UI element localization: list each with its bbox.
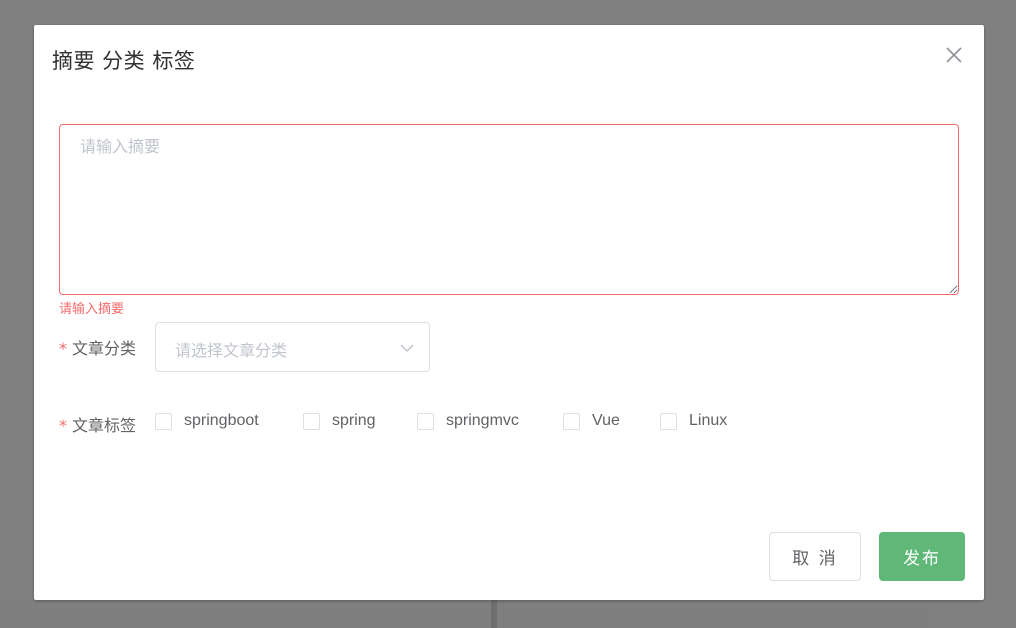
background-right-panel — [497, 600, 933, 628]
checkbox[interactable] — [303, 412, 320, 430]
publish-button[interactable]: 发布 — [879, 532, 965, 581]
tag-option-label: spring — [332, 412, 376, 429]
checkbox[interactable] — [563, 412, 580, 430]
tag-option-springboot[interactable]: springboot — [155, 412, 259, 430]
tag-option-spring[interactable]: spring — [303, 412, 376, 430]
summary-field — [59, 124, 959, 295]
tag-option-vue[interactable]: Vue — [563, 412, 620, 430]
category-label: * 文章分类 — [59, 335, 136, 359]
required-mark: * — [59, 416, 67, 435]
chevron-down-icon — [399, 340, 415, 356]
tag-option-label: springboot — [184, 412, 259, 429]
tags-label: * 文章标签 — [59, 412, 136, 436]
summary-textarea[interactable] — [59, 124, 959, 295]
checkbox[interactable] — [155, 412, 172, 430]
category-select[interactable]: 请选择文章分类 — [155, 322, 430, 372]
required-mark: * — [59, 339, 67, 358]
tag-option-linux[interactable]: Linux — [660, 412, 727, 430]
category-label-text: 文章分类 — [72, 339, 137, 358]
tag-option-label: Vue — [592, 412, 620, 429]
background-left-panel — [0, 600, 493, 628]
close-icon[interactable] — [944, 45, 964, 65]
dialog-title: 摘要 分类 标签 — [52, 49, 196, 73]
cancel-button[interactable]: 取 消 — [769, 532, 861, 581]
category-select-placeholder: 请选择文章分类 — [175, 341, 288, 360]
tag-option-label: Linux — [689, 412, 728, 429]
checkbox[interactable] — [660, 412, 677, 430]
tags-label-text: 文章标签 — [72, 416, 137, 435]
checkbox[interactable] — [417, 412, 434, 430]
tag-option-label: springmvc — [446, 412, 519, 429]
summary-error-message: 请输入摘要 — [59, 302, 125, 317]
publish-dialog: 摘要 分类 标签 请输入摘要 * 文章分类 请选择文章分类 * 文章标签 sprin… — [34, 25, 984, 600]
tag-option-springmvc[interactable]: springmvc — [417, 412, 519, 430]
